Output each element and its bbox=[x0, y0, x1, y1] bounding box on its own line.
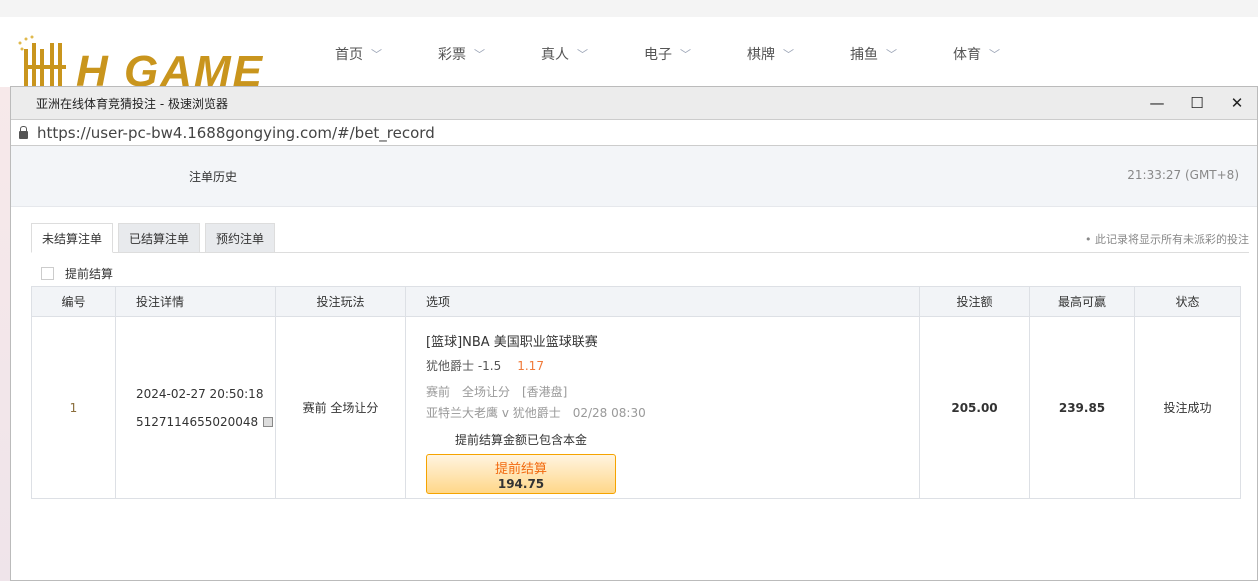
col-play: 投注玩法 bbox=[275, 286, 406, 317]
nav-home[interactable]: 首页 ﹀ bbox=[335, 44, 438, 64]
nav-label: 真人 bbox=[541, 47, 569, 63]
match-time: 02/28 08:30 bbox=[572, 406, 646, 420]
early-settle-label: 提前结算 bbox=[65, 267, 114, 281]
lock-icon bbox=[19, 125, 28, 139]
col-option: 选项 bbox=[405, 286, 920, 317]
nav-fishing[interactable]: 捕鱼 ﹀ bbox=[850, 44, 953, 64]
col-status: 状态 bbox=[1134, 286, 1241, 317]
col-max-win: 最高可赢 bbox=[1029, 286, 1135, 317]
nav-label: 体育 bbox=[953, 47, 981, 63]
address-bar[interactable]: https://user-pc-bw4.1688gongying.com/#/b… bbox=[11, 119, 1257, 146]
background-page bbox=[0, 87, 10, 581]
match: 亚特兰大老鹰 v 犹他爵士 bbox=[426, 406, 561, 420]
minimize-button[interactable]: — bbox=[1137, 87, 1177, 119]
close-button[interactable]: ✕ bbox=[1217, 87, 1257, 119]
bet-option: [篮球]NBA 美国职业篮球联赛 犹他爵士 -1.5 1.17 赛前 全场让分 [… bbox=[405, 316, 920, 499]
nav-label: 首页 bbox=[335, 47, 363, 63]
chevron-down-icon: ﹀ bbox=[783, 48, 794, 61]
table-row: 1 2024-02-27 20:50:18 5127114655020048 赛… bbox=[31, 316, 1241, 499]
chevron-down-icon: ﹀ bbox=[474, 48, 485, 61]
included-note: 提前结算金额已包含本金 bbox=[455, 433, 588, 447]
page-header: 注单历史 21:33:27 (GMT+8) bbox=[11, 146, 1257, 207]
site-header: H GAME 首页 ﹀ 彩票 ﹀ 真人 ﹀ 电子 ﹀ 棋牌 ﹀ 捕鱼 ﹀ 体育 ﹀ bbox=[0, 17, 1258, 96]
stake: 205.00 bbox=[919, 316, 1030, 499]
chevron-down-icon: ﹀ bbox=[680, 48, 691, 61]
nav-label: 彩票 bbox=[438, 47, 466, 63]
nav-label: 棋牌 bbox=[747, 47, 775, 63]
nav-sports[interactable]: 体育 ﹀ bbox=[953, 44, 1056, 64]
early-settle-checkbox[interactable] bbox=[41, 267, 54, 280]
nav-slots[interactable]: 电子 ﹀ bbox=[644, 44, 747, 64]
nav-live[interactable]: 真人 ﹀ bbox=[541, 44, 644, 64]
clock: 21:33:27 (GMT+8) bbox=[1127, 168, 1239, 182]
page-title: 注单历史 bbox=[189, 170, 238, 184]
nav-cards[interactable]: 棋牌 ﹀ bbox=[747, 44, 850, 64]
bet-details: 2024-02-27 20:50:18 5127114655020048 bbox=[115, 316, 276, 499]
nav-label: 电子 bbox=[644, 47, 672, 63]
col-no: 编号 bbox=[31, 286, 116, 317]
info-note: • 此记录将显示所有未派彩的投注 bbox=[1085, 233, 1249, 246]
order-id: 5127114655020048 bbox=[136, 414, 259, 429]
col-stake: 投注额 bbox=[919, 286, 1030, 317]
early-settle-filter[interactable]: 提前结算 bbox=[41, 265, 113, 282]
chevron-down-icon: ﹀ bbox=[989, 48, 1000, 61]
tab-settled[interactable]: 已结算注单 bbox=[118, 223, 200, 253]
max-win: 239.85 bbox=[1029, 316, 1135, 499]
popup-browser-window: 亚洲在线体育竞猜投注 - 极速浏览器 — ☐ ✕ https://user-pc… bbox=[10, 86, 1258, 581]
odds: 1.17 bbox=[517, 359, 544, 373]
bet-table: 编号 投注详情 投注玩法 选项 投注额 最高可赢 状态 1 2024-02-27… bbox=[31, 286, 1241, 499]
cashout-button[interactable]: 提前结算 194.75 bbox=[426, 454, 616, 494]
nav-label: 捕鱼 bbox=[850, 47, 878, 63]
row-no: 1 bbox=[31, 316, 116, 499]
chevron-down-icon: ﹀ bbox=[371, 48, 382, 61]
pick: 犹他爵士 -1.5 bbox=[426, 359, 502, 373]
market: 赛前 全场让分 [香港盘] bbox=[426, 385, 568, 399]
url-text: https://user-pc-bw4.1688gongying.com/#/b… bbox=[37, 123, 435, 142]
window-title: 亚洲在线体育竞猜投注 - 极速浏览器 bbox=[36, 96, 228, 111]
maximize-button[interactable]: ☐ bbox=[1177, 87, 1217, 119]
copy-icon[interactable] bbox=[263, 417, 274, 427]
tab-reserved[interactable]: 预约注单 bbox=[205, 223, 275, 253]
tab-unsettled[interactable]: 未结算注单 bbox=[31, 223, 113, 253]
bet-play: 赛前 全场让分 bbox=[275, 316, 406, 499]
cashout-label: 提前结算 bbox=[494, 462, 547, 477]
col-details: 投注详情 bbox=[115, 286, 276, 317]
table-header: 编号 投注详情 投注玩法 选项 投注额 最高可赢 状态 bbox=[31, 286, 1241, 317]
cashout-amount: 194.75 bbox=[497, 477, 545, 491]
league: [篮球]NBA 美国职业篮球联赛 bbox=[426, 335, 598, 350]
bet-datetime: 2024-02-27 20:50:18 bbox=[136, 386, 264, 401]
chevron-down-icon: ﹀ bbox=[886, 48, 897, 61]
window-titlebar: 亚洲在线体育竞猜投注 - 极速浏览器 — ☐ ✕ bbox=[11, 87, 1257, 119]
status: 投注成功 bbox=[1134, 316, 1241, 499]
bet-tabs: 未结算注单 已结算注单 预约注单 • 此记录将显示所有未派彩的投注 bbox=[31, 223, 1249, 253]
main-nav: 首页 ﹀ 彩票 ﹀ 真人 ﹀ 电子 ﹀ 棋牌 ﹀ 捕鱼 ﹀ 体育 ﹀ bbox=[335, 44, 1056, 64]
chevron-down-icon: ﹀ bbox=[577, 48, 588, 61]
nav-lottery[interactable]: 彩票 ﹀ bbox=[438, 44, 541, 64]
